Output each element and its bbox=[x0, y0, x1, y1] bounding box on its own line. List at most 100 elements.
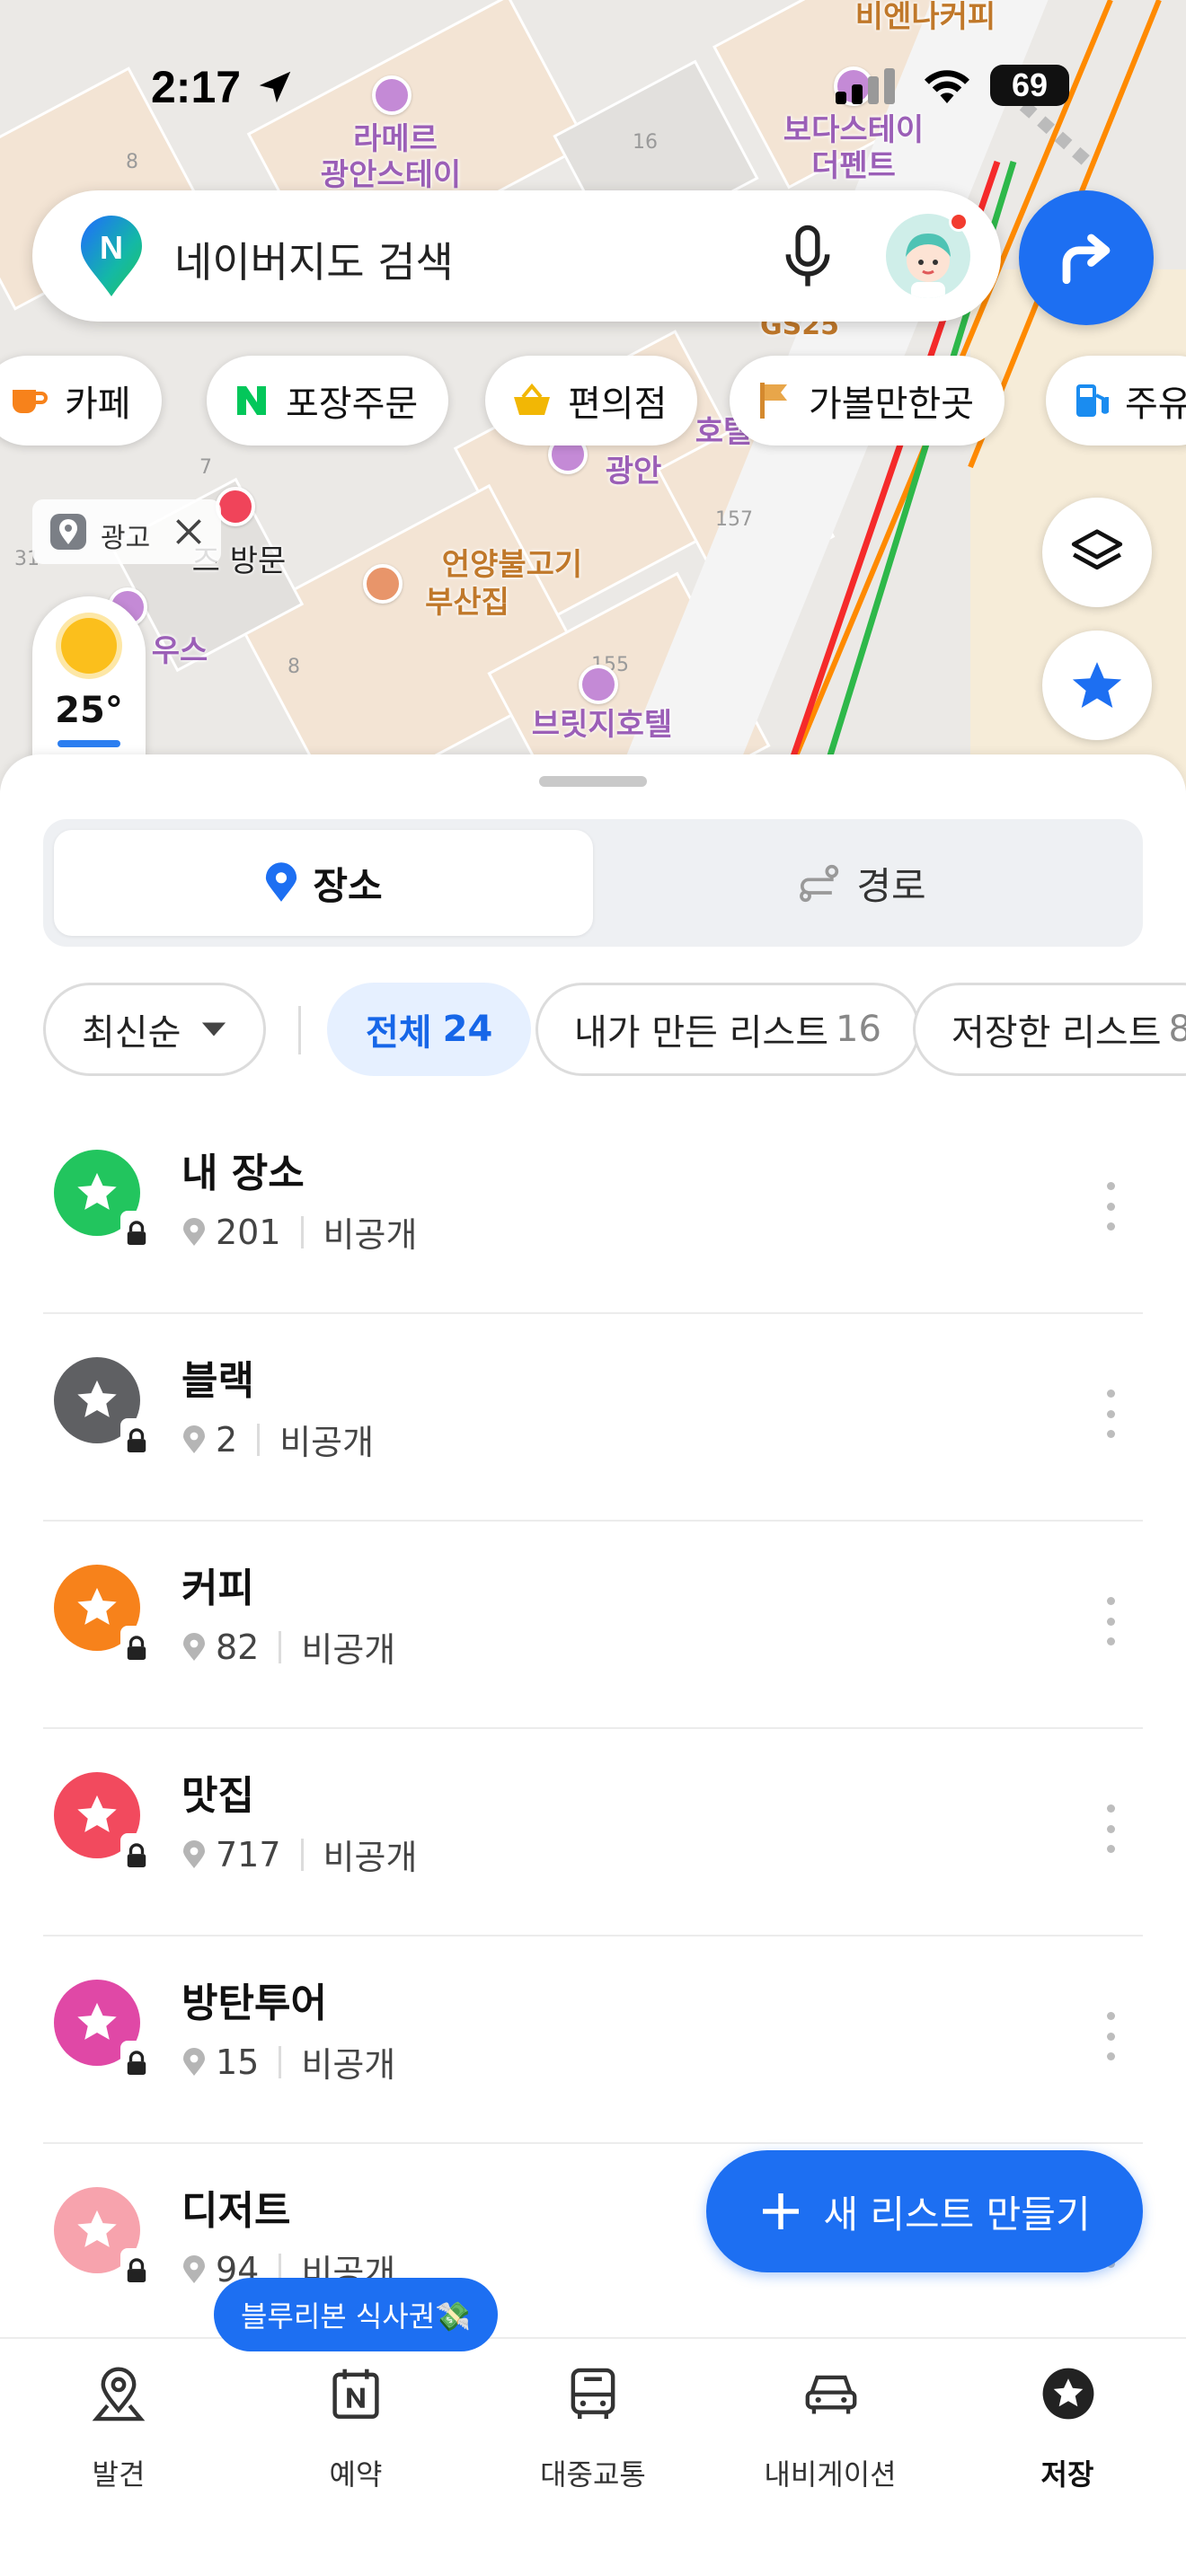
car-icon bbox=[805, 2375, 857, 2414]
list-meta: 2 비공개 bbox=[181, 1415, 374, 1464]
more-options-icon[interactable] bbox=[1093, 1590, 1128, 1653]
sort-dropdown[interactable]: 최신순 bbox=[43, 983, 267, 1076]
map-label-bridge-hotel[interactable]: 브릿지호텔 bbox=[512, 708, 692, 742]
chip-takeout-label: 포장주문 bbox=[286, 384, 419, 425]
list-item[interactable]: 방탄투어 15 비공개 bbox=[43, 1936, 1143, 2144]
list-meta: 201 비공개 bbox=[181, 1207, 417, 1257]
bus-icon bbox=[571, 2368, 615, 2420]
search-input[interactable]: 네이버지도 검색 bbox=[174, 230, 454, 289]
basket-icon bbox=[512, 383, 552, 419]
promo-badge[interactable]: 블루리본 식사권💸 bbox=[214, 2278, 498, 2351]
map-label-bulgogi[interactable]: 언양불고기 bbox=[413, 548, 611, 582]
map-label-lamer-2[interactable]: 광안스테이 bbox=[296, 158, 485, 192]
nav-saved-label: 저장 bbox=[1040, 2457, 1094, 2492]
map-number: 16 bbox=[633, 131, 658, 154]
more-options-icon[interactable] bbox=[1093, 2005, 1128, 2068]
tab-routes[interactable]: 경로 bbox=[593, 830, 1132, 936]
close-icon[interactable] bbox=[173, 516, 205, 548]
restaurant-pin-icon[interactable] bbox=[363, 564, 403, 604]
more-options-icon[interactable] bbox=[1093, 1797, 1128, 1860]
nav-transit[interactable]: 대중교통 bbox=[474, 2366, 712, 2492]
favorites-button[interactable] bbox=[1042, 631, 1152, 740]
nav-discover[interactable]: 발견 bbox=[0, 2366, 237, 2492]
star-circle-icon bbox=[1042, 2368, 1094, 2420]
list-item[interactable]: 맛집 717 비공개 bbox=[43, 1729, 1143, 1936]
map-label-lamer[interactable]: 라메르 bbox=[305, 122, 485, 156]
lock-icon bbox=[120, 1626, 153, 1662]
list-title: 방탄투어 bbox=[181, 1981, 327, 2026]
list-place-count: 15 bbox=[216, 2042, 260, 2082]
chip-gas-label: 주유 bbox=[1125, 384, 1186, 425]
list-meta: 15 비공개 bbox=[181, 2037, 395, 2086]
tab-places[interactable]: 장소 bbox=[54, 830, 593, 936]
nav-discover-label: 발견 bbox=[92, 2457, 146, 2492]
chip-takeout-order[interactable]: 포장주문 bbox=[207, 356, 449, 446]
list-title: 맛집 bbox=[181, 1773, 254, 1819]
nav-navigation[interactable]: 내비게이션 bbox=[712, 2366, 949, 2492]
chip-attractions[interactable]: 가볼만한곳 bbox=[730, 356, 1005, 446]
tab-places-label: 장소 bbox=[313, 863, 383, 908]
list-item[interactable]: 블랙 2 비공개 bbox=[43, 1314, 1143, 1522]
chip-cafe[interactable]: 카페 bbox=[0, 356, 162, 446]
meta-divider bbox=[300, 1215, 304, 1248]
filter-my-lists[interactable]: 내가 만든 리스트 16 bbox=[535, 983, 920, 1076]
meta-divider bbox=[279, 1630, 282, 1663]
chip-convenience-store[interactable]: 편의점 bbox=[485, 356, 698, 446]
ad-location-icon bbox=[50, 514, 86, 550]
battery-indicator: 69 bbox=[990, 65, 1069, 106]
map-label-bodastay-2[interactable]: 더펜트 bbox=[791, 149, 916, 183]
nav-saved[interactable]: 저장 bbox=[949, 2366, 1186, 2492]
filter-all[interactable]: 전체 24 bbox=[327, 983, 532, 1076]
saved-place-pin-icon[interactable] bbox=[216, 487, 255, 526]
filter-all-label: 전체 bbox=[366, 1012, 432, 1054]
map-label-house[interactable]: 우스 bbox=[144, 634, 216, 668]
nav-transit-label: 대중교통 bbox=[540, 2457, 646, 2492]
list-meta: 82 비공개 bbox=[181, 1622, 395, 1672]
map-number: 157 bbox=[715, 508, 753, 531]
location-pin-icon bbox=[266, 862, 297, 902]
chip-convenience-label: 편의점 bbox=[568, 384, 668, 425]
sheet-drag-handle[interactable] bbox=[539, 776, 647, 787]
fuel-icon bbox=[1073, 381, 1109, 420]
more-options-icon[interactable] bbox=[1093, 1175, 1128, 1238]
nav-navigation-label: 내비게이션 bbox=[764, 2457, 897, 2492]
map-label-bienna[interactable]: 비엔나커피 bbox=[827, 0, 1024, 34]
filter-my-lists-count: 16 bbox=[836, 1009, 881, 1050]
weather-temperature: 25° bbox=[55, 690, 123, 731]
place-count-pin-icon bbox=[183, 1425, 205, 1453]
microphone-icon[interactable] bbox=[778, 223, 837, 291]
filter-saved-lists[interactable]: 저장한 리스트 8 bbox=[913, 983, 1186, 1076]
map-label-bulgogi-2[interactable]: 부산집 bbox=[413, 586, 521, 620]
ad-tag[interactable]: 광고 bbox=[32, 499, 221, 564]
nav-reservation[interactable]: 예약 bbox=[237, 2366, 474, 2492]
directions-button[interactable] bbox=[1019, 190, 1154, 325]
temperature-bar bbox=[58, 740, 120, 747]
status-time: 2:17 bbox=[151, 62, 242, 112]
hotel-pin-icon[interactable] bbox=[579, 665, 618, 704]
list-item[interactable]: 내 장소 201 비공개 bbox=[43, 1107, 1143, 1314]
ad-label: 광고 bbox=[101, 523, 151, 554]
lock-icon bbox=[120, 1833, 153, 1869]
hotel-pin-icon[interactable] bbox=[372, 75, 412, 115]
filter-divider bbox=[298, 1006, 301, 1054]
tab-routes-label: 경로 bbox=[856, 863, 926, 908]
filter-my-lists-label: 내가 만든 리스트 bbox=[574, 1012, 829, 1054]
place-count-pin-icon bbox=[183, 1632, 205, 1661]
map-number: 7 bbox=[199, 456, 212, 479]
filter-saved-lists-count: 8 bbox=[1168, 1009, 1186, 1050]
lock-icon bbox=[120, 1211, 153, 1247]
meta-divider bbox=[279, 2045, 282, 2078]
more-options-icon[interactable] bbox=[1093, 1382, 1128, 1445]
list-place-count: 82 bbox=[216, 1627, 260, 1667]
map-label-bodastay[interactable]: 보다스테이 bbox=[773, 113, 934, 147]
list-item[interactable]: 커피 82 비공개 bbox=[43, 1522, 1143, 1729]
chip-gas-station[interactable]: 주유 bbox=[1046, 356, 1186, 446]
search-bar[interactable]: N 네이버지도 검색 bbox=[32, 190, 1001, 322]
new-list-button[interactable]: 새 리스트 만들기 bbox=[706, 2150, 1143, 2272]
map-label-hotel-2[interactable]: 광안 bbox=[593, 454, 674, 489]
layers-button[interactable] bbox=[1042, 498, 1152, 607]
meta-divider bbox=[300, 1838, 304, 1871]
filter-all-count: 24 bbox=[442, 1009, 493, 1050]
place-count-pin-icon bbox=[183, 2254, 205, 2283]
new-list-label: 새 리스트 만들기 bbox=[823, 2192, 1091, 2236]
